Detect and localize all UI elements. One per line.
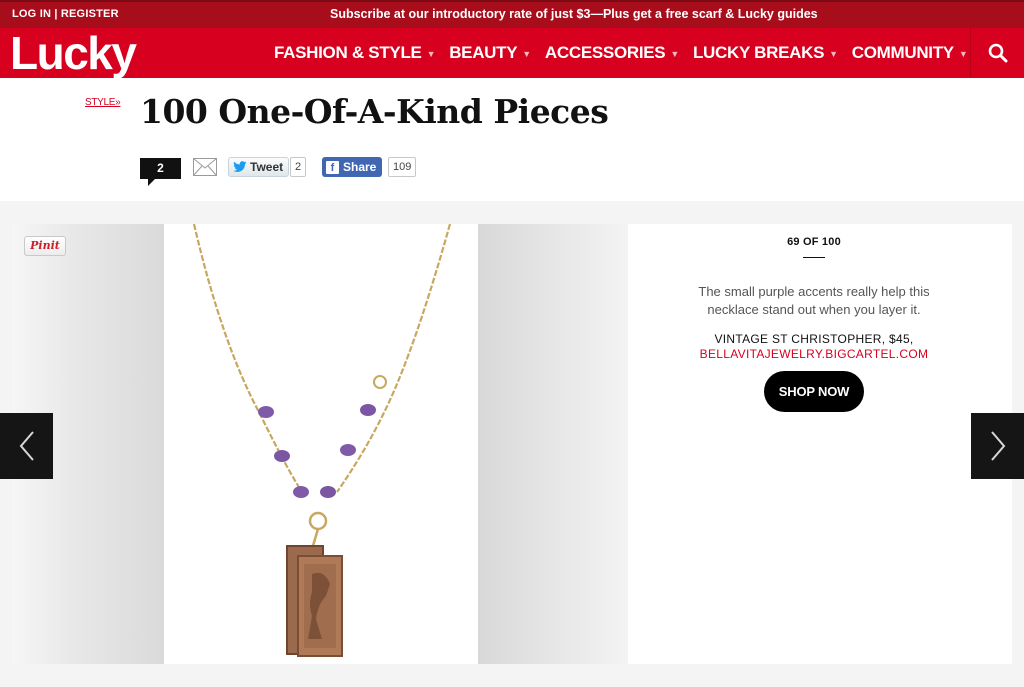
nav-item-label: COMMUNITY [851,43,954,62]
caret-down-icon: ▼ [958,48,968,59]
pin-it-button[interactable]: Pinit [24,236,66,256]
facebook-share-label: Share [343,160,377,174]
product-image [12,224,628,664]
nav-item-lucky-breaks[interactable]: LUCKY BREAKS ▼ [693,43,838,63]
caret-down-icon: ▼ [829,48,838,59]
next-slide-button[interactable] [971,413,1024,479]
chevron-left-icon [19,431,34,461]
necklace-image [192,224,452,657]
nav-item-beauty[interactable]: BEAUTY ▼ [449,43,531,63]
shop-now-button[interactable]: SHOP NOW [764,371,864,412]
twitter-bird-icon [233,161,247,172]
envelope-icon [193,158,217,176]
search-icon [988,43,1007,63]
facebook-share-count: 109 [388,157,417,177]
slide-info-panel: 69 OF 100 The small purple accents reall… [628,224,1000,664]
facebook-icon: f [326,160,339,174]
comment-count: 2 [157,161,164,175]
facebook-share-button[interactable]: f Share [322,157,383,177]
email-share-button[interactable] [193,158,217,176]
comment-count-badge[interactable]: 2 [140,158,181,186]
nav-item-label: FASHION & STYLE [274,43,422,62]
nav-menu: FASHION & STYLE ▼ BEAUTY ▼ ACCESSORIES ▼ LU… [274,43,981,63]
top-promo-bar: LOG IN | REGISTER Subscribe at our intro… [0,0,1024,28]
speech-tail [148,178,156,186]
nav-item-accessories[interactable]: ACCESSORIES ▼ [545,43,679,63]
breadcrumb-style[interactable]: STYLE» [85,97,121,108]
nav-item-label: ACCESSORIES [544,43,666,62]
counter-divider [803,257,825,258]
subscribe-promo-link[interactable]: Subscribe at our introductory rate of ju… [330,7,818,21]
chevron-right-icon [990,431,1005,461]
nav-item-label: BEAUTY [449,43,518,62]
lucky-logo[interactable]: Lucky [10,30,137,76]
caret-down-icon: ▼ [670,48,679,59]
retailer-link[interactable]: BELLAVITAJEWELRY.BIGCARTEL.COM [628,347,1000,361]
login-register-link[interactable]: LOG IN | REGISTER [12,8,119,20]
nav-item-fashion-style[interactable]: FASHION & STYLE ▼ [274,43,435,63]
page-title: 100 One-Of-A-Kind Pieces [140,92,609,131]
tweet-button[interactable]: Tweet [228,157,290,177]
tweet-count: 2 [290,157,307,177]
main-nav: Lucky FASHION & STYLE ▼ BEAUTY ▼ ACCESSORI… [0,28,1024,78]
slide-counter: 69 OF 100 [787,236,841,248]
slide-description: The small purple accents really help thi… [698,284,930,317]
caret-down-icon: ▼ [426,48,436,59]
product-name-price: VINTAGE ST CHRISTOPHER, $45, [714,332,914,346]
search-button[interactable] [970,28,1024,78]
nav-item-community[interactable]: COMMUNITY ▼ [852,43,968,63]
caret-down-icon: ▼ [522,48,531,59]
tweet-label: Tweet [250,160,284,174]
previous-slide-button[interactable] [0,413,53,479]
nav-item-label: LUCKY BREAKS [692,43,825,62]
